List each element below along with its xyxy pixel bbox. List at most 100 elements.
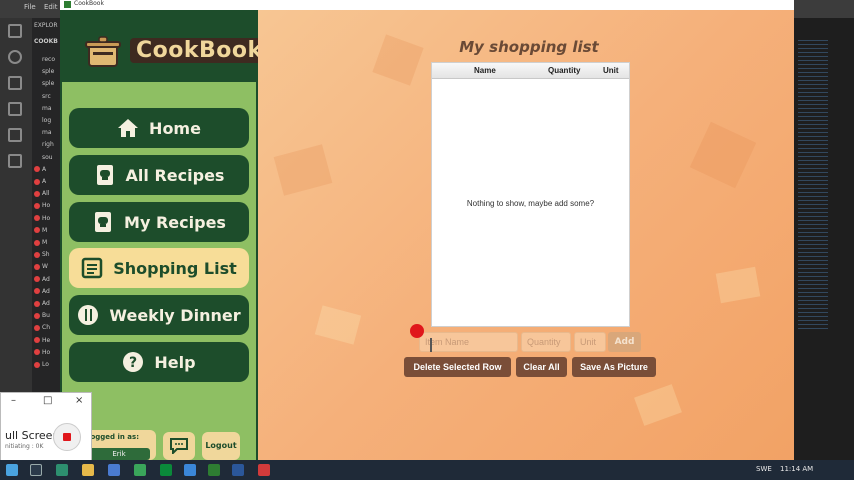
explorer-file-name: reco [42,56,55,63]
nav-my-recipes-button[interactable]: My Recipes [69,202,249,242]
explorer-file-item[interactable]: Ad [34,288,62,298]
explorer-file-item[interactable]: Ho [34,215,62,225]
chat-button[interactable] [163,432,195,460]
edge-icon[interactable] [56,464,68,476]
explorer-file-item[interactable]: src [34,93,62,103]
error-icon [34,239,40,246]
logout-button[interactable]: Logout [202,432,240,460]
explorer-file-name: Ch [42,324,50,332]
explorer-label: EXPLOR [34,22,58,29]
add-button[interactable]: Add [608,332,641,352]
nav-all-recipes-button[interactable]: All Recipes [69,155,249,195]
nav-help-button[interactable]: ? Help [69,342,249,382]
search-icon[interactable] [30,464,42,476]
delete-selected-row-button[interactable]: Delete Selected Row [404,357,511,377]
cookbook-window: CookBook CookBook Home All Recipes My Re… [60,0,794,460]
explorer-file-item[interactable]: Sh [34,251,62,261]
language-indicator[interactable]: SWE [756,465,772,473]
explorer-file-name: log [42,117,52,124]
explorer-file-name: W [42,263,48,271]
explorer-file-name: Ad [42,275,50,283]
shopping-list-table[interactable]: Name Quantity Unit Nothing to show, mayb… [431,62,630,327]
source-control-icon[interactable] [8,76,22,90]
explorer-file-item[interactable]: Ho [34,349,62,359]
explorer-file-item[interactable]: He [34,337,62,347]
search-icon[interactable] [8,50,22,64]
vscode-menu-edit[interactable]: Edit [44,3,58,11]
recorder-icon[interactable] [258,464,270,476]
explorer-file-name: sple [42,80,55,88]
explorer-section[interactable]: COOKB [34,38,62,48]
app-icon[interactable] [160,464,172,476]
explorer-file-item[interactable]: Bu [34,312,62,322]
quantity-input[interactable]: Quantity [521,332,571,352]
explorer-file-item[interactable]: Ad [34,300,62,310]
explorer-file-item[interactable]: W [34,263,62,273]
mail-icon[interactable] [108,464,120,476]
maximize-icon[interactable]: □ [43,395,52,406]
windows-start-icon[interactable] [6,464,18,476]
extensions-icon[interactable] [8,128,22,142]
explorer-file-item[interactable]: reco [34,56,62,66]
nav-weekly-dinner-button[interactable]: Weekly Dinner [69,295,249,335]
testing-icon[interactable] [8,154,22,168]
error-icon [34,337,40,344]
nav-my-recipes-label: My Recipes [124,212,226,232]
explorer-file-item[interactable]: log [34,117,62,127]
file-explorer-icon[interactable] [82,464,94,476]
clear-all-button[interactable]: Clear All [516,357,567,377]
explorer-file-item[interactable]: sou [34,154,62,164]
nav-shopping-list-label: Shopping List [113,258,237,278]
column-header-quantity[interactable]: Quantity [548,66,580,75]
explorer-file-item[interactable]: M [34,227,62,237]
error-icon [34,324,40,331]
minimap[interactable] [798,40,828,330]
word-icon[interactable] [232,464,244,476]
error-icon [34,81,40,87]
explorer-file-name: Ho [42,348,51,356]
nav-home-button[interactable]: Home [69,108,249,148]
explorer-file-item[interactable]: sple [34,80,62,90]
explorer-file-item[interactable]: All [34,190,62,200]
vscode-icon[interactable] [184,464,196,476]
explorer-file-item[interactable]: A [34,166,62,176]
explorer-file-item[interactable]: Ad [34,276,62,286]
nav-shopping-list-button[interactable]: Shopping List [69,248,249,288]
decor-shape [314,305,362,345]
explorer-file-name: All [42,190,50,198]
explorer-file-item[interactable]: Ho [34,202,62,212]
clock[interactable]: 11:14 AM [780,465,813,473]
explorer-file-item[interactable]: righ [34,141,62,151]
column-header-unit[interactable]: Unit [603,66,619,75]
app-icon[interactable] [134,464,146,476]
close-icon[interactable]: × [75,395,83,406]
stop-icon [63,433,71,441]
error-icon [34,130,40,136]
question-icon: ? [122,351,144,373]
vscode-menu-file[interactable]: File [24,3,36,11]
explorer-file-item[interactable]: ma [34,129,62,139]
error-icon [34,154,40,160]
explorer-file-item[interactable]: ma [34,105,62,115]
save-as-picture-button[interactable]: Save As Picture [572,357,656,377]
explorer-file-item[interactable]: A [34,178,62,188]
explorer-file-item[interactable]: Lo [34,361,62,371]
chat-icon [170,438,188,454]
explorer-file-item[interactable]: M [34,239,62,249]
files-icon[interactable] [8,24,22,38]
cookbook-app-icon[interactable] [208,464,220,476]
explorer-file-item[interactable]: Ch [34,324,62,334]
unit-input[interactable]: Unit [574,332,606,352]
run-debug-icon[interactable] [8,102,22,116]
column-header-name[interactable]: Name [474,66,496,75]
text-cursor [430,338,432,352]
explorer-file-item[interactable]: sple [34,68,62,78]
stop-recording-button[interactable] [53,423,81,451]
recorder-status: nitiating : 0K [5,443,44,450]
decor-shape [273,144,333,196]
item-name-input[interactable]: Item Name [419,332,518,352]
shopping-list-page: My shopping list Name Quantity Unit Noth… [258,10,794,460]
empty-message: Nothing to show, maybe add some? [466,199,595,208]
minimize-icon[interactable]: – [11,395,16,406]
nav-home-label: Home [149,118,201,138]
